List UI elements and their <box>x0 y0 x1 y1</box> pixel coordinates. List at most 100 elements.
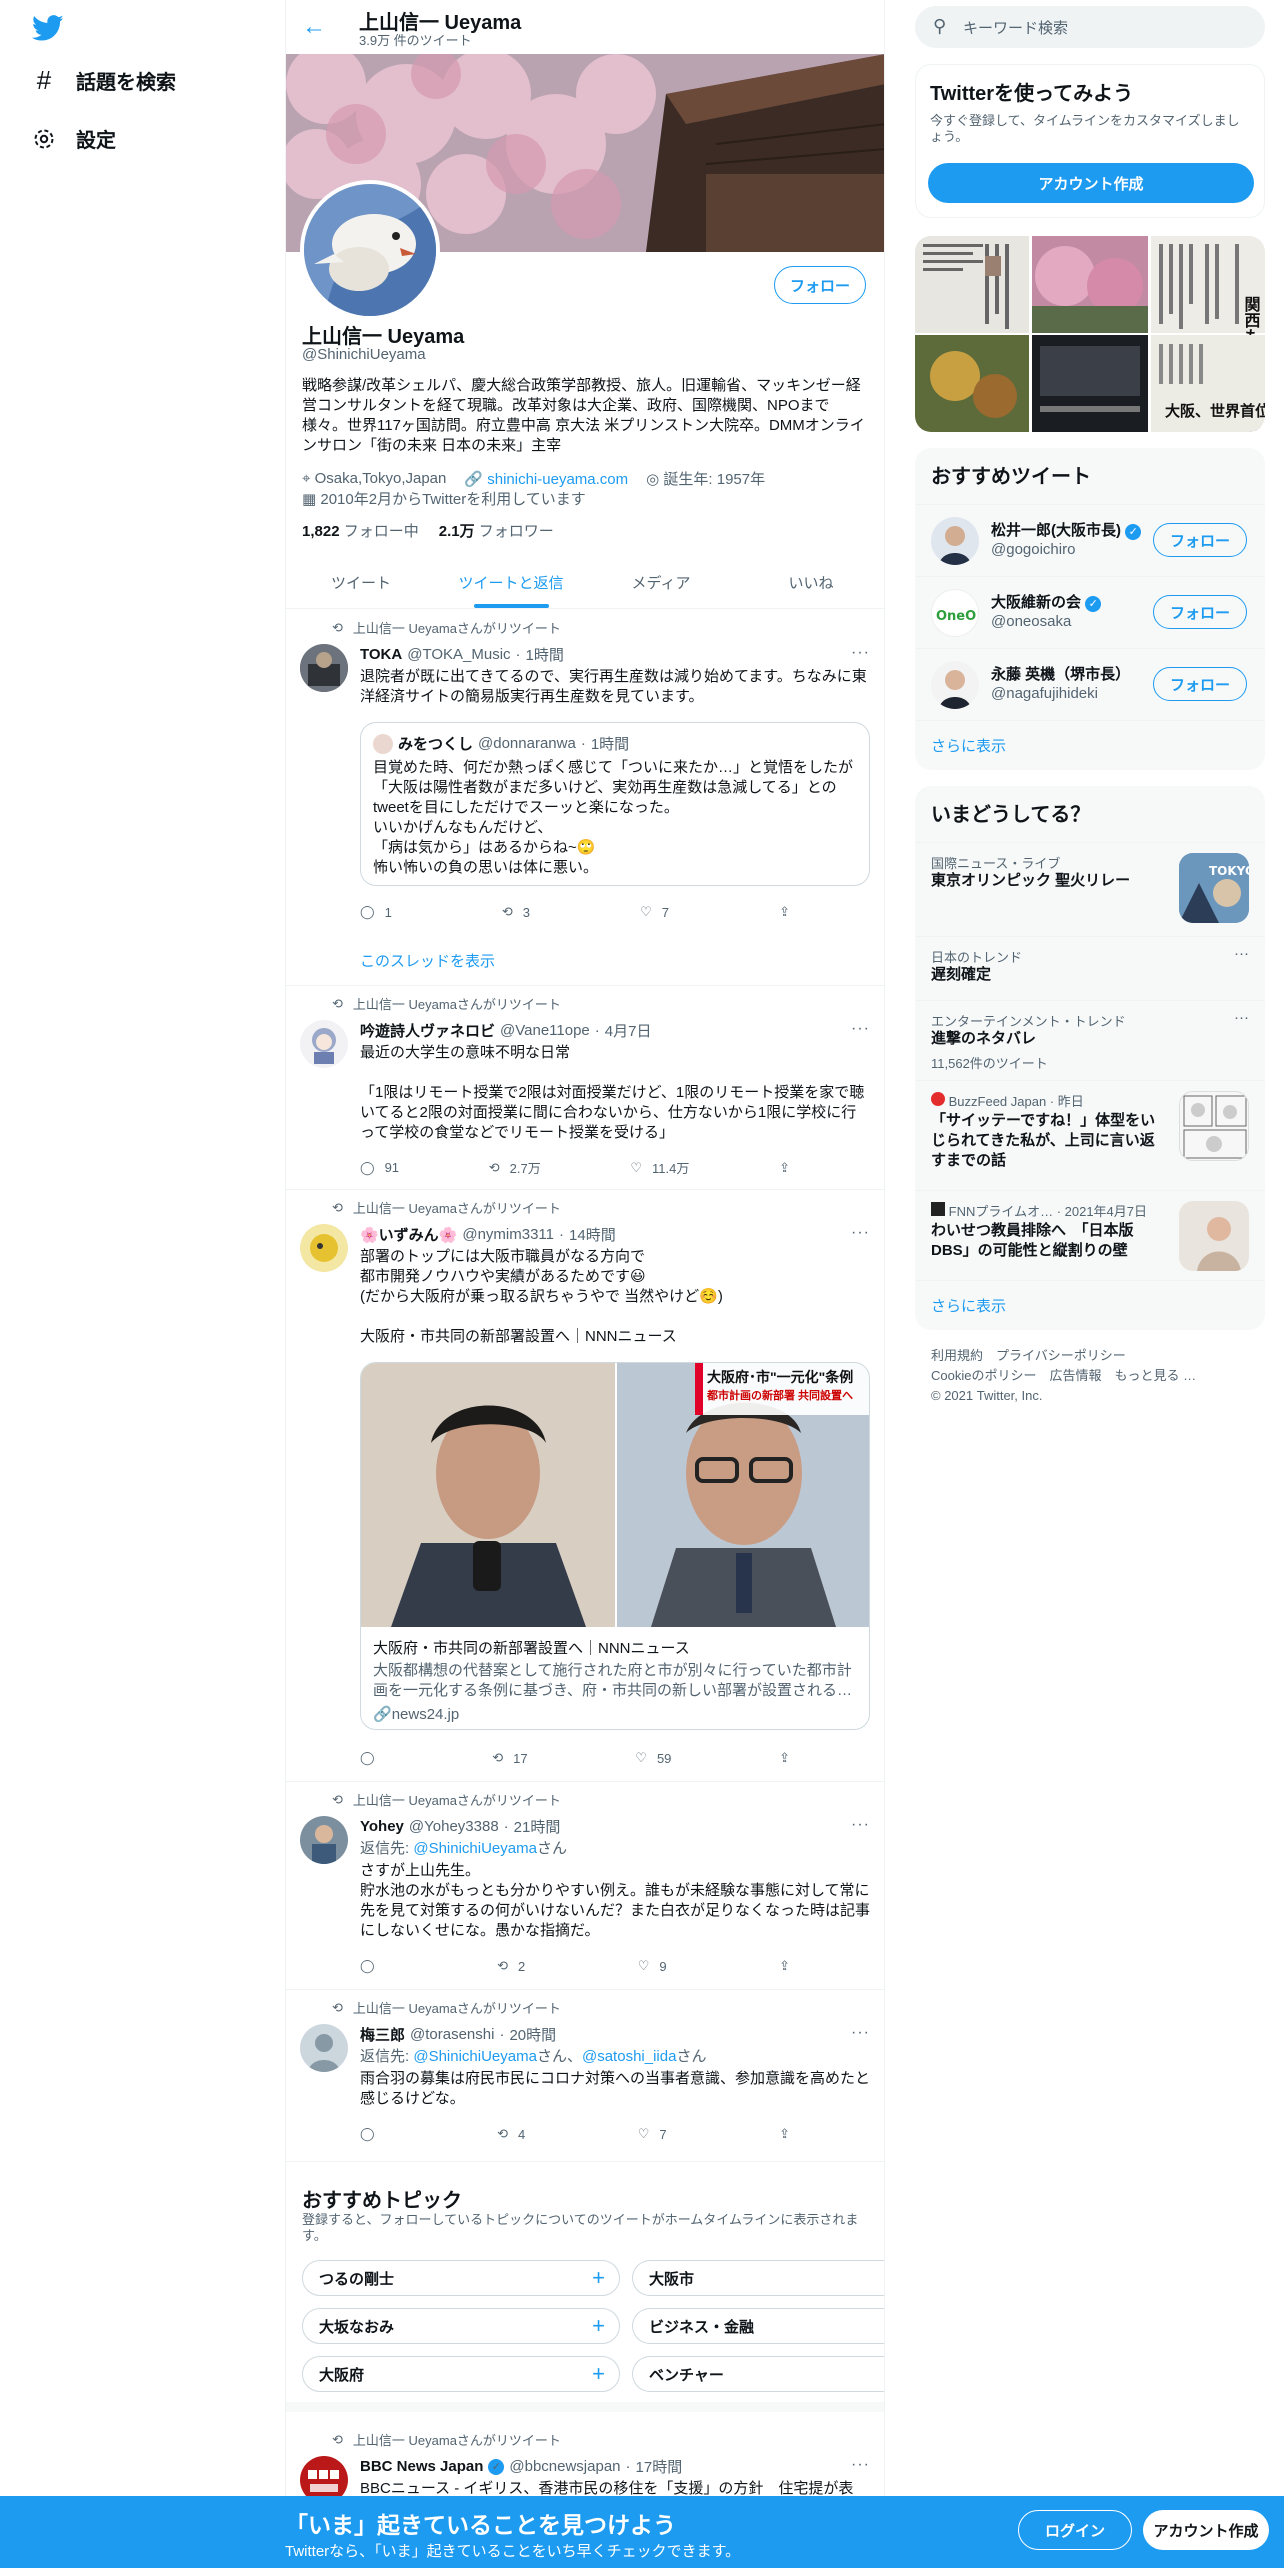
who-item[interactable]: 永藤 英機（堺市長） @nagafujihideki フォロー <box>915 648 1265 720</box>
trend-item[interactable]: 日本のトレンド 遅刻確定 ··· <box>915 936 1265 1000</box>
trend-item[interactable]: エンターテインメント・トレンド 進撃のネタバレ 11,562件のツイート ··· <box>915 1000 1265 1080</box>
retweet-button[interactable]: ⟲ 3 <box>502 904 530 920</box>
tab-tweets[interactable]: ツイート <box>286 556 436 608</box>
signup-button[interactable]: アカウント作成 <box>1143 2510 1269 2550</box>
footer-link[interactable]: もっと見る … <box>1115 1368 1197 1383</box>
like-button[interactable]: ♡ 7 <box>638 2126 667 2142</box>
more-icon[interactable]: ··· <box>1234 945 1249 962</box>
footer-link[interactable]: 広告情報 <box>1049 1368 1101 1383</box>
profile-avatar[interactable] <box>300 180 440 320</box>
avatar[interactable] <box>300 1224 348 1272</box>
avatar[interactable]: OneO! <box>931 589 979 637</box>
website-link[interactable]: shinichi-ueyama.com <box>487 471 628 488</box>
trend-item[interactable]: 国際ニュース・ライブ 東京オリンピック 聖火リレー TOKYO <box>915 842 1265 936</box>
author-name[interactable]: Yohey <box>360 1818 404 1835</box>
show-more-link[interactable]: さらに表示 <box>915 720 1265 770</box>
followers-stat[interactable]: 2.1万 フォロワー <box>439 520 554 541</box>
topic-pill[interactable]: 大阪市 <box>632 2260 884 2296</box>
create-account-button[interactable]: アカウント作成 <box>928 163 1254 203</box>
avatar[interactable] <box>300 1816 348 1864</box>
login-button[interactable]: ログイン <box>1018 2510 1132 2550</box>
avatar[interactable] <box>931 661 979 709</box>
author-name[interactable]: TOKA <box>360 646 402 663</box>
reply-button[interactable]: ◯ 91 <box>360 1158 399 1177</box>
avatar[interactable] <box>300 644 348 692</box>
follow-button[interactable]: フォロー <box>1153 667 1247 701</box>
twitter-logo-icon[interactable] <box>31 12 64 44</box>
reply-to-link[interactable]: @ShinichiUeyama <box>413 1840 537 1857</box>
who-item[interactable]: OneO! 大阪維新の会 ✓ @oneosaka フォロー <box>915 576 1265 648</box>
share-button[interactable]: ⇪ <box>779 1750 790 1766</box>
author-name[interactable]: 梅三郎 <box>360 2024 405 2045</box>
retweet-button[interactable]: ⟲ 4 <box>497 2126 525 2142</box>
author-handle[interactable]: @bbcnewsjapan <box>509 2458 620 2475</box>
who-item[interactable]: 松井一郎(大阪市長) ✓ @gogoichiro フォロー <box>915 504 1265 576</box>
like-button[interactable]: ♡ 11.4万 <box>630 1158 689 1177</box>
author-handle[interactable]: @Vane11ope <box>500 1022 590 1039</box>
author-handle[interactable]: @TOKA_Music <box>407 646 510 663</box>
search-input[interactable]: ⚲ キーワード検索 <box>915 6 1265 48</box>
retweet-button[interactable]: ⟲ 2.7万 <box>489 1158 541 1177</box>
tweet[interactable]: ⟲ 上山信一 Ueyamaさんがリツイート ··· Yohey @Yohey3388… <box>286 1782 884 1990</box>
tweet-time[interactable]: 14時間 <box>569 1224 616 1245</box>
author-handle[interactable]: @Yohey3388 <box>409 1818 499 1835</box>
share-button[interactable]: ⇪ <box>779 904 790 920</box>
like-button[interactable]: ♡ 7 <box>640 904 669 920</box>
share-button[interactable]: ⇪ <box>779 2126 790 2142</box>
reply-button[interactable]: ◯ <box>360 1750 385 1766</box>
author-name[interactable]: 🌸いずみん🌸 <box>360 1224 457 1245</box>
tweet-time[interactable]: 1時間 <box>526 644 564 665</box>
topic-pill[interactable]: ビジネス・金融 <box>632 2308 884 2344</box>
tweet-time[interactable]: 20時間 <box>509 2024 556 2045</box>
quoted-tweet[interactable]: みをつくし @donnaranwa · 1時間 目覚めた時、何だか熱っぽく感じて「つい… <box>360 722 870 886</box>
back-arrow-icon[interactable]: ← <box>302 14 328 40</box>
reply-button[interactable]: ◯ 1 <box>360 904 392 920</box>
trend-item[interactable]: BuzzFeed Japan · 昨日 「サイッテーですね！」体型をいじられてき… <box>915 1080 1265 1190</box>
tweet[interactable]: ⟲ 上山信一 Ueyamaさんがリツイート ··· TOKA @TOKA_Music… <box>286 610 884 986</box>
topic-pill[interactable]: 大阪府 + <box>302 2356 620 2392</box>
plus-icon[interactable]: + <box>592 2313 605 2339</box>
tweet[interactable]: ⟲ 上山信一 Ueyamaさんがリツイート ··· 🌸いずみん🌸 @nymim331… <box>286 1190 884 1782</box>
avatar[interactable] <box>300 2024 348 2072</box>
reply-to-link-2[interactable]: @satoshi_iida <box>582 2048 676 2065</box>
reply-button[interactable]: ◯ <box>360 1958 385 1974</box>
show-thread-link[interactable]: このスレッドを表示 <box>360 950 495 971</box>
following-stat[interactable]: 1,822 フォロー中 <box>302 520 419 541</box>
follow-button[interactable]: フォロー <box>1153 523 1247 557</box>
tweet-time[interactable]: 17時間 <box>636 2456 683 2477</box>
share-button[interactable]: ⇪ <box>779 1158 790 1177</box>
trend-item[interactable]: FNNプライムオ… · 2021年4月7日 わいせつ教員排除へ 「日本版DBS」… <box>915 1190 1265 1280</box>
topic-pill[interactable]: 大坂なおみ + <box>302 2308 620 2344</box>
footer-link[interactable]: 利用規約 <box>931 1348 983 1363</box>
more-icon[interactable]: ··· <box>1234 1009 1249 1026</box>
like-button[interactable]: ♡ 9 <box>638 1958 667 1974</box>
reply-to-link[interactable]: @ShinichiUeyama <box>413 2048 537 2065</box>
author-handle[interactable]: @nymim3311 <box>462 1226 554 1243</box>
nav-explore[interactable]: # 話題を検索 <box>30 65 176 95</box>
plus-icon[interactable]: + <box>592 2265 605 2291</box>
reply-button[interactable]: ◯ <box>360 2126 385 2142</box>
website[interactable]: 🔗 shinichi-ueyama.com <box>464 470 628 488</box>
tweet-time[interactable]: 21時間 <box>514 1816 561 1837</box>
tab-tweets-replies[interactable]: ツイートと返信 <box>436 556 586 608</box>
profile-follow-button[interactable]: フォロー <box>774 266 866 304</box>
show-more-link[interactable]: さらに表示 <box>915 1280 1265 1330</box>
nav-settings[interactable]: 設定 <box>30 124 116 153</box>
follow-button[interactable]: フォロー <box>1153 595 1247 629</box>
topic-pill[interactable]: ベンチャー <box>632 2356 884 2392</box>
avatar[interactable] <box>300 1020 348 1068</box>
footer-link[interactable]: Cookieのポリシー <box>931 1368 1036 1383</box>
retweet-button[interactable]: ⟲ 17 <box>492 1750 527 1766</box>
tweet[interactable]: ⟲ 上山信一 Ueyamaさんがリツイート ··· 梅三郎 @torasenshi ·… <box>286 1990 884 2162</box>
avatar[interactable] <box>931 517 979 565</box>
tab-likes[interactable]: いいね <box>736 556 884 608</box>
plus-icon[interactable]: + <box>592 2361 605 2387</box>
tweet[interactable]: ⟲ 上山信一 Ueyamaさんがリツイート ··· 吟遊詩人ヴァネロビ @Vane1… <box>286 986 884 1190</box>
footer-link[interactable]: プライバシーポリシー <box>996 1348 1126 1363</box>
link-card[interactable]: 大阪府･市"一元化"条例 都市計画の新部署 共同設置へ 大阪府・市共同の新部署設… <box>360 1362 870 1730</box>
share-button[interactable]: ⇪ <box>779 1958 790 1974</box>
tab-media[interactable]: メディア <box>586 556 736 608</box>
topic-pill[interactable]: つるの剛士 + <box>302 2260 620 2296</box>
author-name[interactable]: BBC News Japan <box>360 2458 483 2475</box>
media-grid[interactable]: 関西も緊急事態宣言 大阪、世界首位続く <box>915 236 1265 432</box>
